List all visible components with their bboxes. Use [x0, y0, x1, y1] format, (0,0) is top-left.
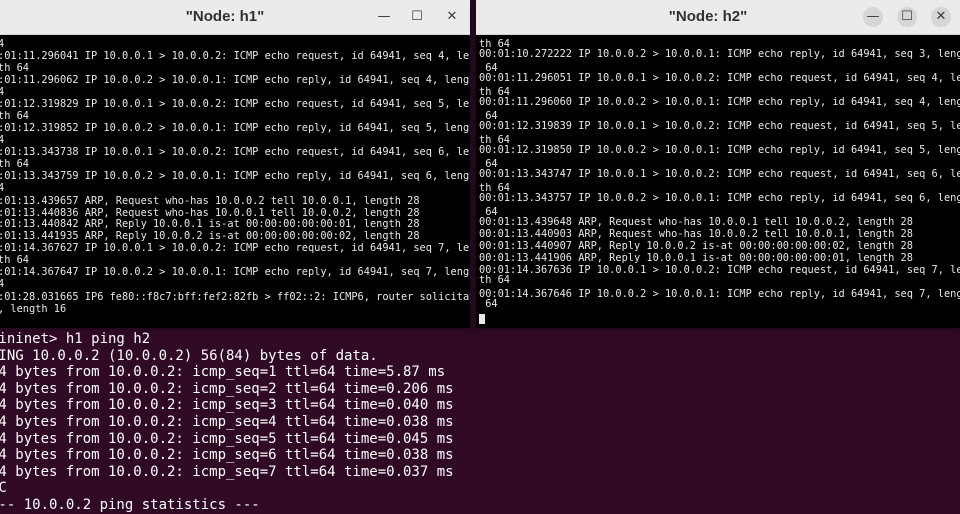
terminal-line: 4 — [0, 38, 5, 50]
maximize-icon[interactable]: ☐ — [897, 7, 917, 27]
terminal-line: 00:01:13.440907 ARP, Reply 10.0.0.2 is-a… — [479, 240, 913, 252]
terminal-line: 4 — [0, 182, 5, 194]
terminal-line: :01:11.296062 IP 10.0.0.2 > 10.0.0.1: IC… — [0, 74, 470, 86]
terminal-line: th 64 — [0, 254, 29, 266]
mininet-terminal-output: mininet> h1 ping h2 PING 10.0.0.2 (10.0.0… — [0, 331, 454, 514]
terminal-line: 4 — [0, 86, 5, 98]
terminal-line: 00:01:14.367646 IP 10.0.0.2 > 10.0.0.1: … — [479, 288, 960, 300]
node-h2-title: "Node: h2" — [668, 8, 748, 25]
terminal-line: :01:14.367627 IP 10.0.0.1 > 10.0.0.2: IC… — [0, 242, 470, 254]
node-h1-titlebar[interactable]: "Node: h1" — ☐ ✕ — [0, 0, 470, 35]
terminal-line: 64 bytes from 10.0.0.2: icmp_seq=7 ttl=6… — [0, 463, 454, 480]
terminal-line: PING 10.0.0.2 (10.0.0.2) 56(84) bytes of… — [0, 347, 378, 364]
terminal-line: th 64 — [0, 158, 29, 170]
terminal-line: :01:13.343738 IP 10.0.0.1 > 10.0.0.2: IC… — [0, 146, 470, 158]
terminal-line: 00:01:13.343757 IP 10.0.0.2 > 10.0.0.1: … — [479, 192, 960, 204]
terminal-line: 64 bytes from 10.0.0.2: icmp_seq=5 ttl=6… — [0, 430, 454, 447]
terminal-line: 64 bytes from 10.0.0.2: icmp_seq=3 ttl=6… — [0, 397, 454, 414]
terminal-line: 00:01:14.367636 IP 10.0.0.1 > 10.0.0.2: … — [479, 264, 960, 276]
terminal-line: th 64 — [479, 274, 510, 286]
node-h2-terminal-output[interactable]: th 64 00:01:10.272222 IP 10.0.0.2 > 10.0.… — [476, 35, 960, 328]
node-h1-terminal-output[interactable]: 4:01:11.296041 IP 10.0.0.1 > 10.0.0.2: I… — [0, 35, 470, 328]
terminal-line: 64 bytes from 10.0.0.2: icmp_seq=6 ttl=6… — [0, 447, 454, 464]
terminal-line: --- 10.0.0.2 ping statistics --- — [0, 496, 260, 513]
terminal-line: th 64 — [0, 62, 29, 74]
maximize-icon[interactable]: ☐ — [408, 8, 426, 26]
terminal-line: :01:13.440842 ARP, Reply 10.0.0.1 is-at … — [0, 218, 420, 230]
close-icon[interactable]: ✕ — [443, 8, 461, 26]
terminal-line: 00:01:12.319839 IP 10.0.0.1 > 10.0.0.2: … — [479, 120, 960, 132]
minimize-icon[interactable]: — — [375, 8, 393, 26]
terminal-line: 00:01:13.440903 ARP, Request who-has 10.… — [479, 228, 913, 240]
node-h2-window[interactable]: "Node: h2" — ☐ ✕ th 64 00:01:10.272222 IP… — [476, 0, 960, 328]
terminal-line: 64 — [479, 298, 498, 310]
terminal-line: :01:28.031665 IP6 fe80::f8c7:bff:fef2:82… — [0, 291, 470, 303]
terminal-line: :01:12.319852 IP 10.0.0.2 > 10.0.0.1: IC… — [0, 122, 470, 134]
terminal-line: :01:11.296041 IP 10.0.0.1 > 10.0.0.2: IC… — [0, 50, 470, 62]
terminal-line: :01:13.343759 IP 10.0.0.2 > 10.0.0.1: IC… — [0, 170, 470, 182]
terminal-line: 00:01:10.272222 IP 10.0.0.2 > 10.0.0.1: … — [479, 48, 960, 60]
node-h2-titlebar[interactable]: "Node: h2" — ☐ ✕ — [476, 0, 960, 35]
terminal-line: th 64 — [0, 110, 29, 122]
terminal-line: :01:13.439657 ARP, Request who-has 10.0.… — [0, 195, 420, 207]
terminal-line: 00:01:13.439648 ARP, Request who-has 10.… — [479, 216, 913, 228]
terminal-line: 00:01:13.441906 ARP, Reply 10.0.0.1 is-a… — [479, 252, 913, 264]
terminal-line: :01:13.441935 ARP, Reply 10.0.0.2 is-at … — [0, 230, 420, 242]
text-cursor — [479, 314, 485, 324]
terminal-line: mininet> h1 ping h2 — [0, 331, 151, 347]
terminal-line: 64 bytes from 10.0.0.2: icmp_seq=2 ttl=6… — [0, 380, 454, 397]
node-h1-window[interactable]: "Node: h1" — ☐ ✕ 4:01:11.296041 IP 10.0.… — [0, 0, 470, 328]
minimize-icon[interactable]: — — [863, 7, 883, 27]
terminal-line: , length 16 — [0, 303, 67, 315]
terminal-line: 64 bytes from 10.0.0.2: icmp_seq=1 ttl=6… — [0, 364, 446, 381]
close-icon[interactable]: ✕ — [931, 7, 951, 27]
terminal-line: 00:01:12.319850 IP 10.0.0.2 > 10.0.0.1: … — [479, 144, 960, 156]
node-h1-title: "Node: h1" — [185, 8, 265, 25]
terminal-line: 4 — [0, 278, 5, 290]
terminal-line: 00:01:11.296060 IP 10.0.0.2 > 10.0.0.1: … — [479, 96, 960, 108]
terminal-line: ^C — [0, 480, 7, 497]
terminal-line: :01:14.367647 IP 10.0.0.2 > 10.0.0.1: IC… — [0, 266, 470, 278]
terminal-line: 00:01:13.343747 IP 10.0.0.1 > 10.0.0.2: … — [479, 168, 960, 180]
terminal-line: 00:01:11.296051 IP 10.0.0.1 > 10.0.0.2: … — [479, 72, 960, 84]
terminal-line: :01:12.319829 IP 10.0.0.1 > 10.0.0.2: IC… — [0, 98, 470, 110]
terminal-line: 4 — [0, 134, 5, 146]
terminal-line: 64 bytes from 10.0.0.2: icmp_seq=4 ttl=6… — [0, 413, 454, 430]
